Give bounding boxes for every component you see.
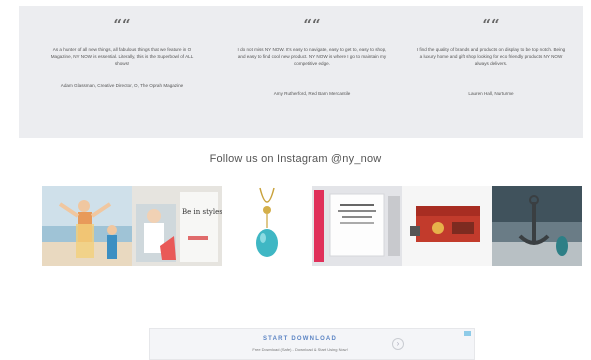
- anchor-decor-photo-icon: [492, 186, 582, 266]
- ad-title[interactable]: START DOWNLOAD: [150, 336, 450, 342]
- chevron-right-icon[interactable]: ›: [392, 338, 404, 350]
- instagram-photo[interactable]: [402, 186, 492, 266]
- testimonial-author: Amy Rutherford, Red Barn Mercantile: [273, 91, 351, 96]
- instagram-photo[interactable]: Be in styles: [132, 186, 222, 266]
- instagram-feed: Be in styles: [42, 186, 582, 266]
- ad-banner[interactable]: START DOWNLOAD Free Download (Safe) - Do…: [149, 328, 475, 360]
- quote-icon: ““: [113, 16, 131, 34]
- quote-icon: ““: [303, 16, 321, 34]
- testimonial-author: Lauren Hall, Nurturme: [468, 91, 514, 96]
- instagram-photo[interactable]: [222, 186, 312, 266]
- instagram-photo[interactable]: [312, 186, 402, 266]
- ad-subtitle: Free Download (Safe) - Download & Start …: [252, 347, 348, 352]
- be-in-style-caption: Be in styles: [182, 208, 222, 216]
- instagram-photo[interactable]: [42, 186, 132, 266]
- testimonial-text: I do not miss NY NOW. It's easy to navig…: [237, 47, 387, 67]
- beach-kids-photo-icon: [42, 186, 132, 266]
- turquoise-pendant-photo-icon: [222, 186, 312, 266]
- testimonials-section: ““ As a hunter of all new things, all fa…: [19, 6, 583, 138]
- quote-icon: ““: [482, 16, 500, 34]
- be-in-style-card-photo-icon: Be in styles: [132, 186, 222, 266]
- testimonial-author: Adam Glassman, Creative Director, O, The…: [60, 83, 184, 88]
- instagram-photo[interactable]: [492, 186, 582, 266]
- ad-choices-icon[interactable]: [464, 331, 471, 336]
- red-boxes-photo-icon: [402, 186, 492, 266]
- greeting-card-photo-icon: [312, 186, 402, 266]
- testimonial-text: As a hunter of all new things, all fabul…: [50, 47, 194, 67]
- instagram-heading: Follow us on Instagram @ny_now: [209, 153, 382, 165]
- testimonial-text: I find the quality of brands and product…: [416, 47, 566, 67]
